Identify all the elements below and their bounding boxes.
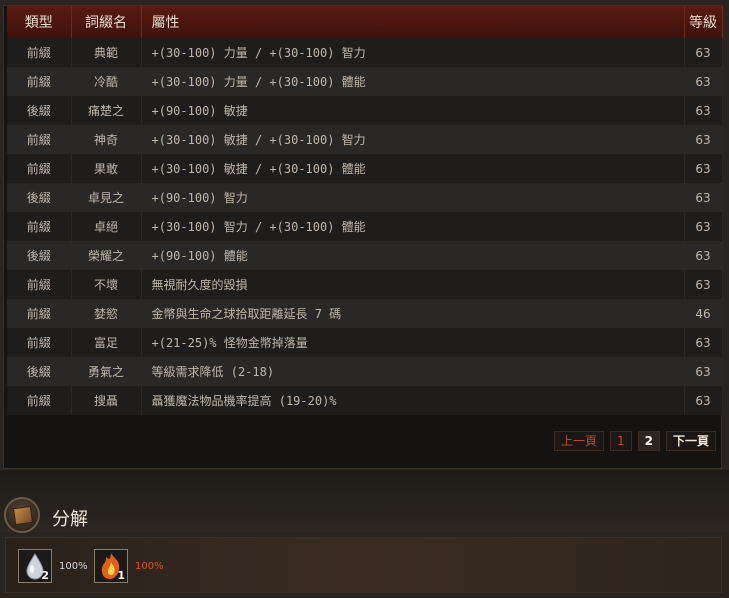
affix-type: 後綴 — [7, 241, 72, 270]
affix-level: 63 — [684, 241, 723, 270]
affix-panel: 類型 詞綴名 屬性 等級 前綴 典範 +(30-100) 力量 / +(30-100… — [3, 5, 723, 469]
table-row: 後綴 痛楚之 +(90-100) 敏捷 63 — [7, 96, 723, 125]
table-header: 類型 詞綴名 屬性 等級 — [7, 6, 723, 38]
affix-attribute: +(30-100) 力量 / +(30-100) 體能 — [141, 67, 685, 96]
table-row: 前綴 不壞 無視耐久度的毀損 63 — [7, 270, 723, 299]
col-name-header: 詞綴名 — [71, 6, 142, 38]
affix-attribute: +(90-100) 敏捷 — [141, 96, 685, 125]
affix-type: 前綴 — [7, 212, 72, 241]
affix-attribute: +(30-100) 力量 / +(30-100) 智力 — [141, 38, 685, 67]
affix-level: 63 — [684, 67, 723, 96]
affix-name: 不壞 — [71, 270, 142, 299]
affix-name: 典範 — [71, 38, 142, 67]
affix-attribute: +(30-100) 敏捷 / +(30-100) 體能 — [141, 154, 685, 183]
table-row: 前綴 搜聶 聶獲魔法物品機率提高 (19-20)% 63 — [7, 386, 723, 415]
affix-type: 後綴 — [7, 357, 72, 386]
table-row: 前綴 神奇 +(30-100) 敏捷 / +(30-100) 智力 63 — [7, 125, 723, 154]
affix-name: 卓絕 — [71, 212, 142, 241]
affix-name: 婪慾 — [71, 299, 142, 328]
page-2-button[interactable]: 2 — [637, 431, 660, 451]
affix-type: 前綴 — [7, 38, 72, 67]
affix-type: 前綴 — [7, 154, 72, 183]
affix-attribute: 等級需求降低 (2-18) — [141, 357, 685, 386]
affix-level: 63 — [684, 38, 723, 67]
affix-type: 前綴 — [7, 125, 72, 154]
affix-type: 後綴 — [7, 183, 72, 212]
white-essence-icon[interactable]: 2 — [18, 549, 52, 583]
table-row: 後綴 勇氣之 等級需求降低 (2-18) 63 — [7, 357, 723, 386]
affix-type: 前綴 — [7, 270, 72, 299]
page-1-button[interactable]: 1 — [609, 431, 632, 451]
pagination: 上一頁 1 2 下一頁 — [553, 431, 716, 451]
salvage-box-icon — [4, 497, 40, 533]
affix-type: 前綴 — [7, 386, 72, 415]
affix-name: 冷酷 — [71, 67, 142, 96]
item-count: 1 — [117, 569, 125, 582]
affix-name: 卓見之 — [71, 183, 142, 212]
affix-level: 63 — [684, 154, 723, 183]
table-row: 前綴 婪慾 金幣與生命之球拾取距離延長 7 碼 46 — [7, 299, 723, 328]
affix-name: 富足 — [71, 328, 142, 357]
table-row: 前綴 冷酷 +(30-100) 力量 / +(30-100) 體能 63 — [7, 67, 723, 96]
affix-table: 類型 詞綴名 屬性 等級 前綴 典範 +(30-100) 力量 / +(30-100… — [7, 6, 723, 415]
table-row: 前綴 果敢 +(30-100) 敏捷 / +(30-100) 體能 63 — [7, 154, 723, 183]
table-row: 前綴 卓絕 +(30-100) 智力 / +(30-100) 體能 63 — [7, 212, 723, 241]
affix-name: 果敢 — [71, 154, 142, 183]
col-attr-header: 屬性 — [141, 6, 685, 38]
fiery-brimstone-icon[interactable]: 1 — [94, 549, 128, 583]
affix-level: 63 — [684, 386, 723, 415]
affix-name: 搜聶 — [71, 386, 142, 415]
table-row: 後綴 榮耀之 +(90-100) 體能 63 — [7, 241, 723, 270]
affix-attribute: +(21-25)% 怪物金幣掉落量 — [141, 328, 685, 357]
table-row: 前綴 典範 +(30-100) 力量 / +(30-100) 智力 63 — [7, 38, 723, 67]
item-count: 2 — [41, 569, 49, 582]
next-page-button[interactable]: 下一頁 — [665, 431, 716, 451]
affix-level: 63 — [684, 328, 723, 357]
affix-level: 63 — [684, 125, 723, 154]
affix-level: 63 — [684, 183, 723, 212]
affix-type: 前綴 — [7, 328, 72, 357]
prev-page-button[interactable]: 上一頁 — [553, 431, 604, 451]
salvage-title: 分解 — [52, 509, 88, 530]
table-row: 後綴 卓見之 +(90-100) 智力 63 — [7, 183, 723, 212]
affix-attribute: 聶獲魔法物品機率提高 (19-20)% — [141, 386, 685, 415]
affix-type: 前綴 — [7, 67, 72, 96]
affix-type: 後綴 — [7, 96, 72, 125]
col-level-header: 等級 — [684, 6, 723, 38]
affix-name: 神奇 — [71, 125, 142, 154]
salvage-header: 分解 — [0, 470, 729, 533]
table-row: 前綴 富足 +(21-25)% 怪物金幣掉落量 63 — [7, 328, 723, 357]
affix-name: 痛楚之 — [71, 96, 142, 125]
item-percent: 100% — [59, 561, 88, 572]
affix-level: 63 — [684, 212, 723, 241]
affix-attribute: +(30-100) 敏捷 / +(30-100) 智力 — [141, 125, 685, 154]
affix-attribute: +(30-100) 智力 / +(30-100) 體能 — [141, 212, 685, 241]
affix-level: 63 — [684, 270, 723, 299]
affix-attribute: +(90-100) 智力 — [141, 183, 685, 212]
affix-attribute: +(90-100) 體能 — [141, 241, 685, 270]
affix-name: 榮耀之 — [71, 241, 142, 270]
affix-attribute: 無視耐久度的毀損 — [141, 270, 685, 299]
salvage-items: 2 100% 1 100% — [5, 537, 722, 593]
affix-level: 63 — [684, 96, 723, 125]
item-percent: 100% — [135, 561, 164, 572]
affix-attribute: 金幣與生命之球拾取距離延長 7 碼 — [141, 299, 685, 328]
col-type-header: 類型 — [7, 6, 72, 38]
affix-level: 46 — [684, 299, 723, 328]
affix-level: 63 — [684, 357, 723, 386]
affix-type: 前綴 — [7, 299, 72, 328]
affix-name: 勇氣之 — [71, 357, 142, 386]
